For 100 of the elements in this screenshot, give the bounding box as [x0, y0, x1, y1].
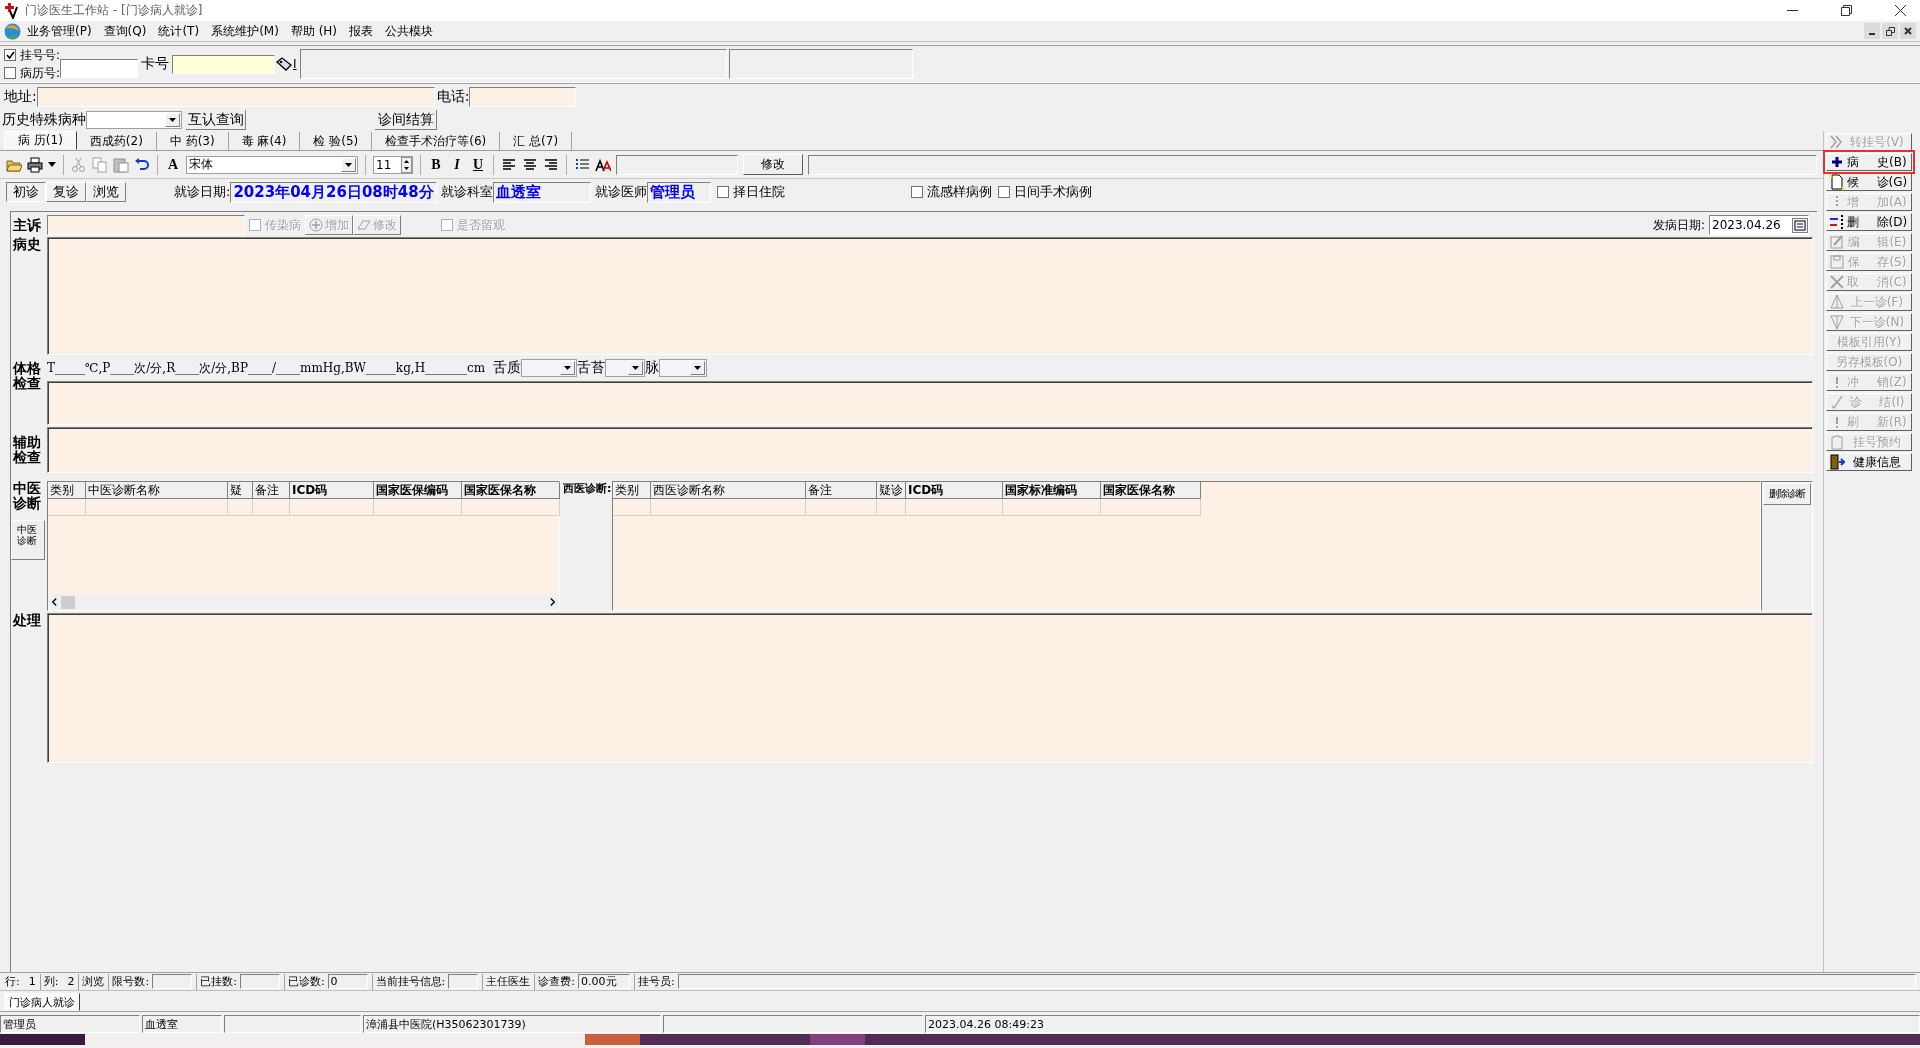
- checkbox[interactable]: [716, 186, 729, 198]
- coating-dropdown[interactable]: [605, 359, 646, 377]
- column-header[interactable]: 国家标准编码: [1003, 482, 1101, 499]
- side-button[interactable]: 删 除(D): [1826, 213, 1912, 231]
- column-header[interactable]: 国家医保名称: [1101, 482, 1201, 499]
- column-header[interactable]: 备注: [253, 482, 290, 499]
- restore-icon[interactable]: [1841, 5, 1852, 16]
- underline-button[interactable]: U: [470, 156, 486, 173]
- checkbox[interactable]: [4, 67, 16, 79]
- settlement-button[interactable]: 诊间结算: [375, 110, 437, 130]
- column-header[interactable]: 国家医保名称: [462, 482, 560, 499]
- status-label: 已诊数:: [287, 974, 325, 989]
- side-button[interactable]: 健康信息: [1826, 453, 1912, 471]
- column-header[interactable]: 疑: [228, 482, 253, 499]
- field-label: 舌苔: [577, 359, 606, 377]
- onset-date-field[interactable]: 2023.04.26: [1709, 215, 1809, 235]
- tab[interactable]: 西成药(2): [76, 132, 157, 150]
- column-header[interactable]: 中医诊断名称: [86, 482, 228, 499]
- status-field: [239, 974, 280, 989]
- checkbox[interactable]: [997, 186, 1010, 198]
- tab[interactable]: 毒 麻(4): [228, 132, 301, 150]
- column-header[interactable]: 国家医保编码: [374, 482, 462, 499]
- field-label: 体格检查: [12, 359, 42, 393]
- mutual-query-button[interactable]: 互认查询: [186, 110, 246, 130]
- field-label: 处理: [12, 613, 42, 630]
- horizontal-scrollbar[interactable]: [48, 594, 559, 610]
- caret-icon[interactable]: [48, 162, 56, 167]
- window-tab[interactable]: 门诊病人就诊: [4, 993, 80, 1011]
- field-label: 电话:: [436, 88, 470, 106]
- scroll-right-icon[interactable]: [550, 598, 555, 606]
- address-field[interactable]: [36, 87, 435, 107]
- card-number-field[interactable]: [172, 54, 276, 74]
- minimize-icon[interactable]: [1864, 23, 1880, 39]
- chief-complaint-field[interactable]: [47, 215, 245, 235]
- exam-text-area[interactable]: [47, 381, 1813, 425]
- column-header[interactable]: 类别: [613, 482, 651, 499]
- font-button[interactable]: A: [165, 156, 181, 173]
- align-right-icon[interactable]: [543, 156, 559, 173]
- column-header[interactable]: ICD码: [906, 482, 1003, 499]
- tab[interactable]: 汇 总(7): [500, 132, 573, 150]
- close-icon[interactable]: [1900, 23, 1916, 39]
- read-card-button[interactable]: I: [275, 54, 298, 74]
- delete-diagnosis-button[interactable]: 删除诊断: [1763, 483, 1811, 505]
- undo-icon[interactable]: [134, 156, 150, 173]
- mode-button[interactable]: 复诊: [46, 182, 86, 202]
- font-dropdown[interactable]: 宋体: [186, 155, 358, 174]
- visit-date-field: 2023年04月26日08时48分: [230, 181, 437, 203]
- font-size-spinner[interactable]: 11: [373, 155, 413, 174]
- scroll-left-icon[interactable]: [52, 598, 57, 606]
- status-label: 已挂数:: [200, 974, 237, 989]
- text-field[interactable]: [616, 154, 738, 175]
- tcm-diagnosis-tab[interactable]: 中医诊断: [11, 520, 45, 561]
- mode-button[interactable]: 浏览: [86, 182, 126, 202]
- modify-button[interactable]: 修改: [743, 154, 803, 175]
- menu-item[interactable]: 统计(T): [152, 22, 206, 40]
- table-cell: [48, 499, 86, 516]
- menu-item[interactable]: 报表: [343, 22, 380, 40]
- align-left-icon[interactable]: [501, 156, 517, 173]
- column-header[interactable]: 备注: [806, 482, 877, 499]
- field-label: 发病日期:: [1652, 216, 1705, 234]
- column-header[interactable]: 疑诊: [877, 482, 906, 499]
- field-label: 卡号: [141, 55, 170, 73]
- checkbox[interactable]: [4, 49, 16, 61]
- side-button[interactable]: 病 史(B): [1826, 153, 1912, 171]
- auxiliary-text-area[interactable]: [47, 427, 1813, 473]
- status-text: 漳浦县中医院(H35062301739): [363, 1015, 661, 1033]
- status-label: 主任医生: [486, 974, 531, 989]
- phone-field[interactable]: [469, 87, 577, 107]
- align-center-icon[interactable]: [522, 156, 538, 173]
- table-cell: [253, 499, 290, 516]
- field-label: 病史: [12, 237, 42, 254]
- menu-item[interactable]: 系统维护(M): [205, 22, 285, 40]
- tab[interactable]: 病 历(1): [4, 131, 77, 150]
- up-triangle-icon: [1829, 294, 1845, 310]
- calendar-icon[interactable]: [1792, 217, 1808, 233]
- italic-button[interactable]: I: [449, 156, 465, 173]
- menu-item[interactable]: 公共模块: [379, 22, 440, 40]
- printer-icon[interactable]: [27, 156, 43, 173]
- restore-icon[interactable]: [1882, 23, 1898, 39]
- tab[interactable]: 检 验(5): [300, 132, 373, 150]
- tongue-dropdown[interactable]: [521, 359, 578, 377]
- checkbox[interactable]: [910, 186, 923, 198]
- tab[interactable]: 中 药(3): [156, 132, 229, 150]
- mode-button[interactable]: 初诊: [6, 182, 46, 202]
- menu-item[interactable]: 查询(Q): [97, 22, 153, 40]
- column-header[interactable]: 西医诊断名称: [651, 482, 806, 499]
- column-header[interactable]: 类别: [48, 482, 86, 499]
- menu-item[interactable]: 业务管理(P): [21, 22, 98, 40]
- disease-dropdown[interactable]: [86, 111, 182, 129]
- menu-item[interactable]: 帮助 (H): [284, 22, 344, 40]
- column-header[interactable]: ICD码: [290, 482, 374, 499]
- pulse-dropdown[interactable]: [659, 359, 708, 377]
- tag-icon: [276, 57, 293, 71]
- scrollbar-thumb[interactable]: [61, 595, 75, 609]
- registration-number-field[interactable]: [60, 58, 139, 78]
- tab[interactable]: 检查手术治疗等(6): [372, 132, 501, 150]
- close-icon[interactable]: [1895, 5, 1906, 16]
- text-field[interactable]: [808, 154, 1817, 175]
- cancel-icon: [1829, 274, 1845, 290]
- bold-button[interactable]: B: [428, 156, 444, 173]
